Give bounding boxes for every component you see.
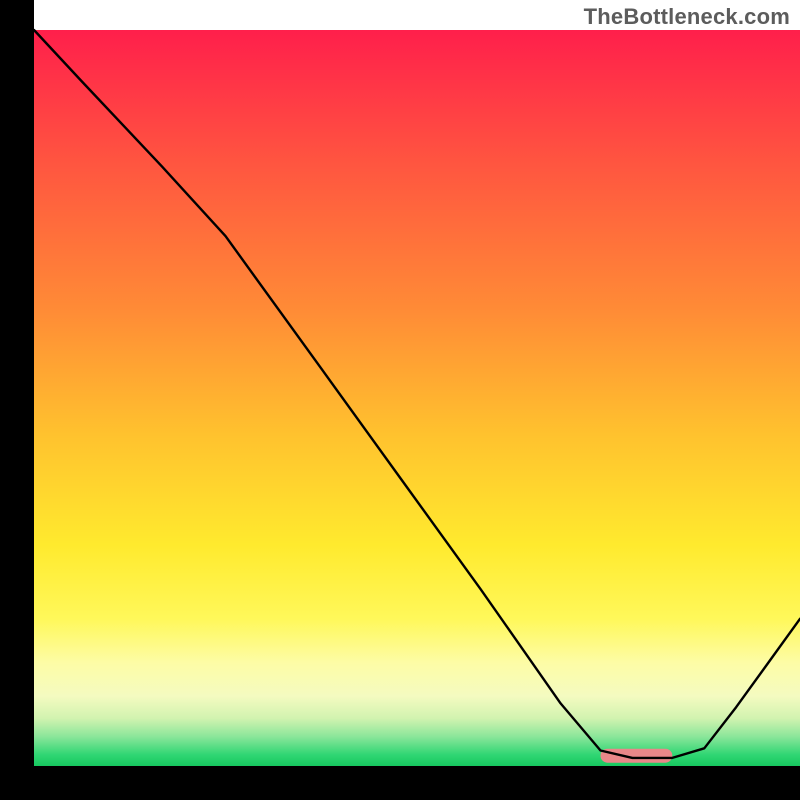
chart-svg xyxy=(0,0,800,800)
y-axis xyxy=(0,0,34,800)
optimal-range-marker xyxy=(601,749,673,763)
bottleneck-chart: TheBottleneck.com xyxy=(0,0,800,800)
gradient-background xyxy=(34,30,800,766)
watermark-text: TheBottleneck.com xyxy=(584,4,790,30)
plot-area xyxy=(0,0,800,800)
x-axis xyxy=(0,766,800,800)
